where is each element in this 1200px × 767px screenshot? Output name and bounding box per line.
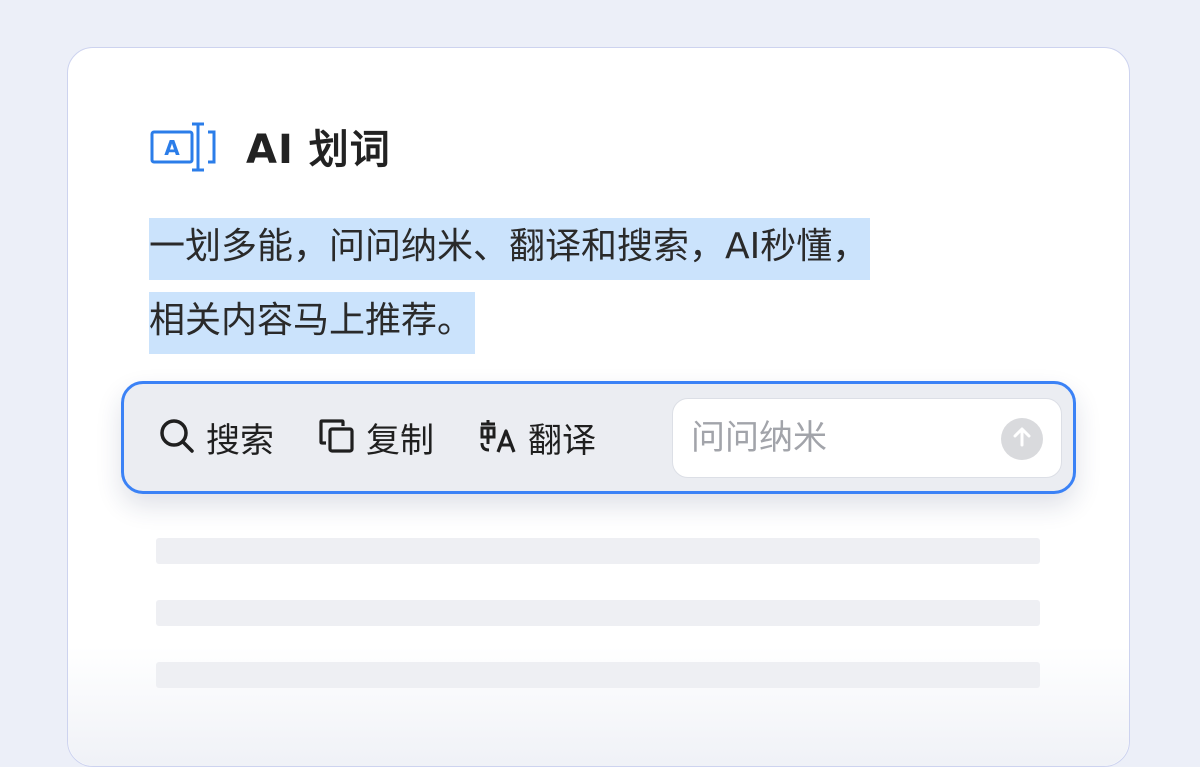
ask-nami-input[interactable]	[691, 418, 991, 458]
text-selection-icon: A	[150, 120, 218, 172]
search-button[interactable]: 搜索	[158, 408, 274, 468]
highlighted-text-line-1[interactable]: 一划多能，问问纳米、翻译和搜索，AI秒懂，	[149, 218, 871, 280]
selection-toolbar: 搜索 复制 翻译	[121, 381, 1076, 494]
send-button[interactable]	[1001, 418, 1043, 460]
highlighted-text-line-2[interactable]: 相关内容马上推荐。	[149, 292, 476, 354]
card-header: A AI 划词	[150, 120, 391, 173]
search-icon	[158, 417, 196, 459]
selected-description: 一划多能，问问纳米、翻译和搜索，AI秒懂， 相关内容马上推荐。	[149, 210, 1049, 358]
copy-button[interactable]: 复制	[318, 408, 434, 468]
translate-icon	[478, 417, 518, 459]
translate-label: 翻译	[528, 421, 596, 461]
search-label: 搜索	[206, 421, 274, 461]
svg-text:A: A	[164, 136, 180, 160]
skeleton-line	[156, 662, 1040, 688]
ask-nami-box	[672, 398, 1062, 478]
copy-label: 复制	[366, 421, 434, 461]
skeleton-line	[156, 538, 1040, 564]
send-arrow-up-icon	[1011, 426, 1033, 452]
copy-icon	[318, 417, 356, 459]
skeleton-line	[156, 600, 1040, 626]
card-title: AI 划词	[246, 127, 391, 173]
translate-button[interactable]: 翻译	[478, 408, 596, 468]
